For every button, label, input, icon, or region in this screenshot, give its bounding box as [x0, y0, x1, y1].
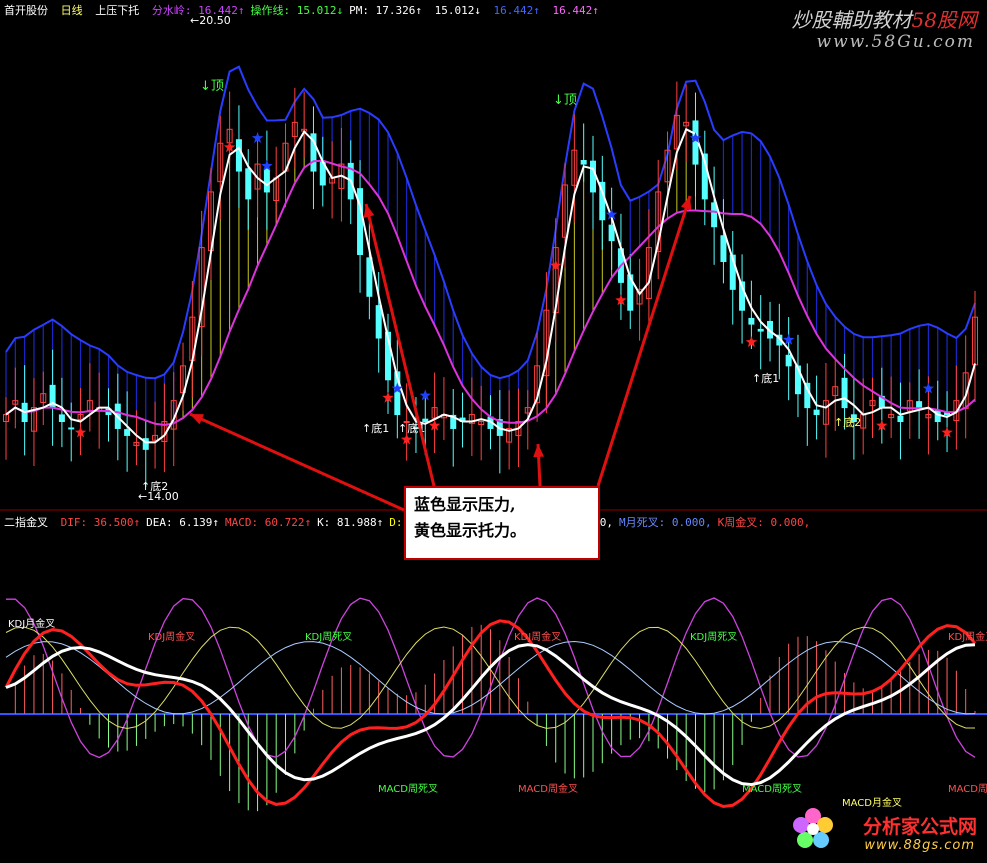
watermark-top: 炒股輔助教材58股网 [792, 4, 977, 33]
candle-body [897, 415, 904, 423]
signal-label: KDJ周死叉 [690, 631, 737, 643]
candle-body [58, 414, 65, 423]
candle-body [692, 120, 699, 165]
candle-body [589, 160, 596, 193]
indicator-header-item: K周金叉: 0.000, [717, 516, 811, 529]
pressure-line [5, 65, 976, 380]
candle-body [608, 224, 615, 242]
callout-arrow [364, 203, 436, 487]
indicator-header-item: K: 81.988↑ [317, 516, 384, 529]
signal-label: MACD月金叉 [842, 796, 902, 809]
price-header-item: 15.012↓ [427, 4, 481, 17]
bottom-mark-label: ↑底2 [834, 415, 861, 429]
candle-body [580, 159, 587, 165]
candle-body [711, 202, 718, 228]
candle-body [841, 377, 848, 409]
top-mark-label: ↓顶 [553, 93, 577, 108]
signal-label: MACD周金叉 [518, 782, 578, 795]
price-header-item: 16.442↑ [486, 4, 540, 17]
signal-label: MACD周死叉 [378, 783, 438, 795]
candle-body [785, 354, 792, 367]
indicator-title: 二指金叉 [4, 516, 48, 529]
watermark-bottom-url: www.88gs.com [864, 838, 975, 853]
period-label: 日线 [60, 4, 83, 17]
watermark-bottom: 分析家公式网 [862, 816, 977, 838]
indicator-name: 上压下托 [95, 4, 140, 17]
signal-label: KDJ周死叉 [305, 631, 352, 643]
watermark-top-url: www.58Gu.com [816, 32, 975, 52]
candle-body [124, 429, 131, 436]
callout-arrow-head [533, 444, 545, 458]
watermark-top-text: 炒股輔助教材 [791, 8, 912, 32]
price-header-item: 分水岭: 16.442↑ [151, 4, 245, 17]
candle-body [366, 257, 373, 297]
indicator-header-item: M月死叉: 0.000, [619, 516, 712, 529]
candle-body [375, 305, 382, 339]
indicator-header-item: DIF: 36.500↑ [60, 516, 141, 529]
top-mark-label: ↓顶 [200, 79, 224, 94]
price-panel-header: 首开股份 日线 上压下托 分水岭: 16.442↑ 操作线: 15.012↓ PM:… [4, 2, 611, 18]
candle-body [813, 409, 820, 416]
candle-body [245, 168, 252, 200]
signal-label: MACD周金叉 [948, 782, 987, 795]
candle-body [748, 317, 755, 325]
indicator-header-item: DEA: 6.139↑ [146, 516, 219, 529]
price-header-item: 操作线: 15.012↓ [250, 4, 344, 17]
chart-canvas: ←20.50←14.00↓顶↓顶↑底1 ↑底1↑底1↑底2↑底2KDJ月金叉KDJ… [0, 14, 987, 812]
signal-label: KDJ周金叉 [514, 630, 561, 643]
signal-label: MACD周死叉 [742, 783, 802, 795]
flower-logo-icon [793, 808, 833, 848]
candle-body [720, 235, 727, 262]
candle-body [263, 168, 270, 193]
indicator-header-item: MACD: 60.722↑ [224, 516, 312, 529]
callout-line-pressure: 蓝色显示压力, [414, 495, 516, 514]
price-header-item: 16.442↑ [545, 4, 599, 17]
candle-body [68, 427, 75, 430]
bottom-mark-label: ↑底2 [141, 479, 168, 493]
candle-body [235, 139, 242, 172]
candle-body [916, 401, 923, 409]
signal-label: KDJ月金叉 [8, 617, 55, 630]
watermark-top-brand: 58股网 [911, 8, 977, 32]
bottom-mark-label: ↑底1 [752, 371, 779, 385]
signal-label: KDJ周金叉 [948, 630, 987, 643]
signal-label: KDJ周金叉 [148, 630, 195, 643]
price-header-item: PM: 17.326↑ [349, 4, 422, 17]
bottom-mark-label: ↑底1 [362, 421, 389, 435]
candle-body [757, 328, 764, 332]
stock-name: 首开股份 [4, 4, 48, 17]
annotation-callout: 蓝色显示压力, 黄色显示托力。 [404, 486, 600, 560]
callout-line-support: 黄色显示托力。 [414, 521, 527, 540]
